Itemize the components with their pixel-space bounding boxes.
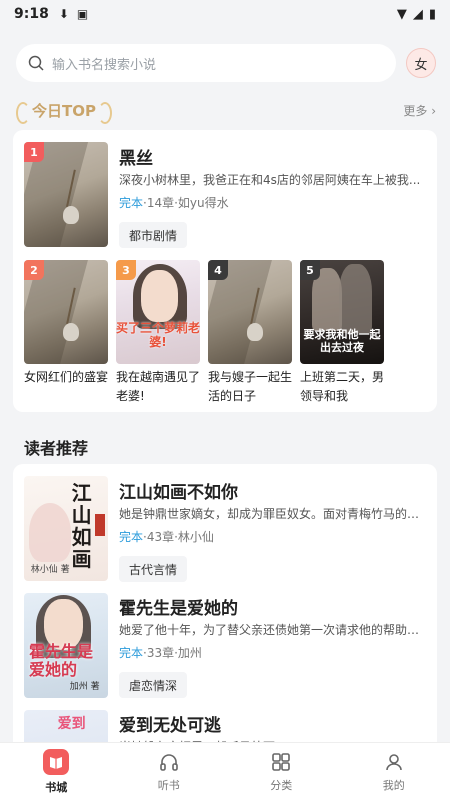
book-cover[interactable]: 霍先生是爱她的 加州 著 [24,593,108,698]
cover-text: 霍先生是爱她的 [29,642,94,680]
cover-author: 加州 著 [69,681,100,692]
avatar-button[interactable]: 女 [406,48,436,78]
cover-text: 要求我和他一起出去过夜 [303,327,381,354]
wifi-icon: ▼ [396,6,407,22]
tab-label: 听书 [157,778,180,792]
book-tag[interactable]: 古代言情 [119,556,188,582]
cover-text: 爱到 [57,716,86,733]
rank-badge: 4 [208,260,228,280]
book-desc: 她是钟鼎世家嫡女，却成为罪臣奴女。面对青梅竹马的少... [119,507,425,521]
book-title[interactable]: 我与嫂子一起生活的日子 [208,368,294,406]
tab-label: 我的 [382,778,405,792]
book-title[interactable]: 女网红们的盛宴 [24,368,110,387]
status-bar: 9:18 ⬇ ▣ ▼ ◢ ▮ [0,0,450,28]
bottom-tab-bar: 书城 听书 分类 我的 [0,742,450,800]
rec-card: 江山如画 林小仙 著 江山如画不如你 她是钟鼎世家嫡女，却成为罪臣奴女。面对青梅… [13,464,437,764]
download-icon: ⬇ [58,7,69,21]
book-cover[interactable]: 2 [24,260,108,364]
book-tag[interactable]: 虐恋情深 [119,672,188,698]
search-row: 输入书名搜索小说 女 [16,44,436,82]
book-title[interactable]: 霍先生是爱她的 [119,594,238,619]
rank-badge: 5 [300,260,320,280]
battery-icon: ▮ [428,6,436,22]
book-cover[interactable]: 1 [24,142,108,247]
book-icon [43,748,70,775]
rank-badge: 3 [116,260,136,280]
tab-category[interactable]: 分类 [225,743,338,800]
tab-label: 书城 [45,780,68,794]
book-title[interactable]: 上班第二天，男领导和我 [300,368,386,406]
book-cover[interactable]: 要求我和他一起出去过夜 5 [300,260,384,364]
grid-icon [272,752,291,771]
top-card: 1 黑丝 深夜小树林里，我爸正在和4s店的邻居阿姨在车上被我... 完本·14章… [13,130,437,412]
book-desc: 深夜小树林里，我爸正在和4s店的邻居阿姨在车上被我... [119,173,421,187]
book-title[interactable]: 黑丝 [119,144,153,169]
top-section-title: 今日TOP [16,100,112,124]
book-title[interactable]: 我在越南遇见了老婆! [116,368,202,406]
rank-badge: 1 [24,142,44,162]
tab-label: 分类 [270,778,293,792]
book-tag[interactable]: 都市剧情 [119,222,188,248]
book-meta: 完本·14章·如yu得水 [119,196,229,210]
headphones-icon [159,753,178,771]
book-title[interactable]: 江山如画不如你 [119,478,238,503]
rec-section-title: 读者推荐 [24,439,89,458]
book-meta: 完本·33章·加州 [119,646,202,660]
book-cover[interactable]: 买了三个萝莉老婆! 3 [116,260,200,364]
book-title[interactable]: 爱到无处可逃 [119,711,221,736]
book-cover[interactable]: 江山如画 林小仙 著 [24,476,108,581]
tab-listen[interactable]: 听书 [113,743,226,800]
cover-text: 买了三个萝莉老婆! [116,321,200,350]
status-time: 9:18 [14,6,49,22]
search-input[interactable]: 输入书名搜索小说 [16,44,396,82]
tab-mine[interactable]: 我的 [338,743,450,800]
notification-icon: ▣ [76,7,89,21]
top-section-header: 今日TOP 更多 › [16,96,436,124]
more-link[interactable]: 更多 › [403,102,436,119]
user-icon [385,753,402,770]
rank-badge: 2 [24,260,44,280]
book-desc: 她爱了他十年，为了替父亲还债她第一次请求他的帮助，... [119,623,425,637]
signal-icon: ◢ [412,6,423,22]
book-cover[interactable]: 4 [208,260,292,364]
search-icon [28,55,44,71]
cover-author: 林小仙 著 [30,564,70,575]
book-meta: 完本·43章·林小仙 [119,530,214,544]
tab-bookstore[interactable]: 书城 [0,743,113,800]
search-placeholder: 输入书名搜索小说 [52,57,157,73]
